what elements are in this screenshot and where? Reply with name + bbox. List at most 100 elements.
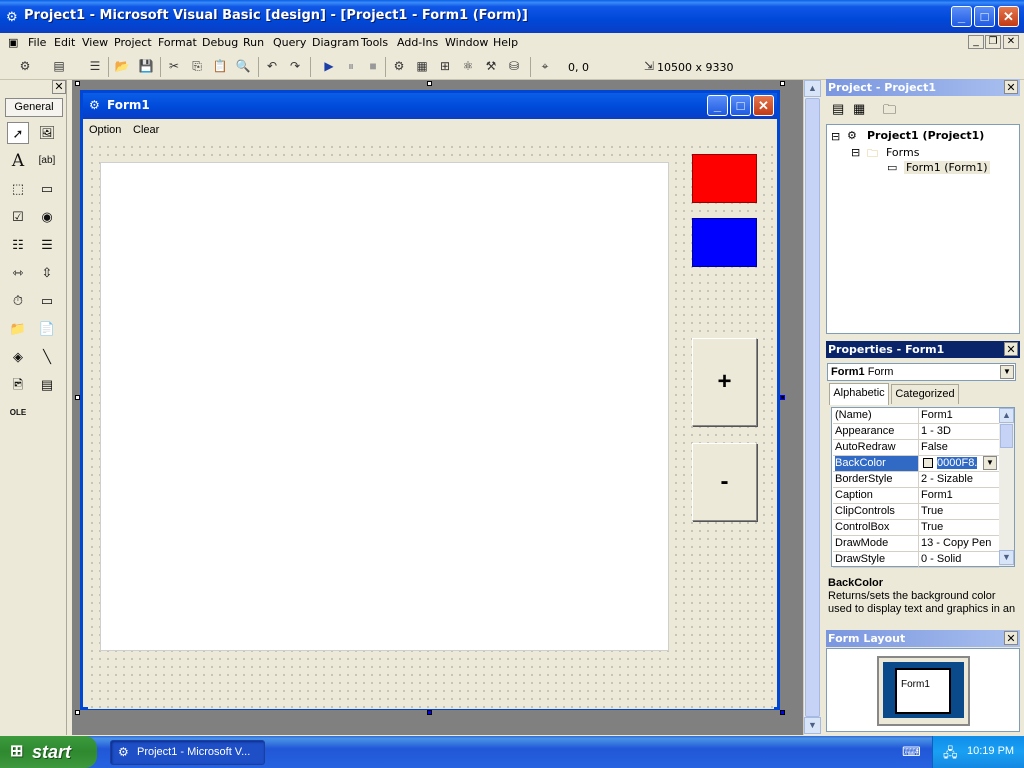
property-value[interactable]: 0000F8. ▼ xyxy=(921,456,999,471)
menu-diagram[interactable]: Diagram xyxy=(312,36,359,49)
property-row[interactable]: ClipControls True xyxy=(833,504,999,520)
resize-handle[interactable] xyxy=(780,81,785,86)
hscrollbar-tool-icon[interactable]: ⇿ xyxy=(7,262,29,284)
tab-alphabetic[interactable]: Alphabetic xyxy=(829,383,889,405)
menu-tools[interactable]: Tools xyxy=(361,36,388,49)
menu-help[interactable]: Help xyxy=(493,36,518,49)
properties-scrollbar[interactable]: ▲ ▼ xyxy=(999,408,1014,566)
pointer-tool-icon[interactable]: ➚ xyxy=(7,122,29,144)
menu-view[interactable]: View xyxy=(82,36,108,49)
title-bar[interactable]: ⚙ Project1 - Microsoft Visual Basic [des… xyxy=(0,0,1024,33)
frame-tool-icon[interactable]: ⬚ xyxy=(7,178,29,200)
minimize-button[interactable]: _ xyxy=(951,6,972,27)
label-tool-icon[interactable]: A xyxy=(7,150,29,172)
blue-color-box[interactable] xyxy=(692,218,757,267)
project-explorer-icon[interactable]: ⚙ xyxy=(390,58,408,75)
properties-pane-close-button[interactable]: ✕ xyxy=(1004,342,1018,356)
property-row[interactable]: DrawMode 13 - Copy Pen xyxy=(833,536,999,552)
form-menu-option[interactable]: Option xyxy=(89,124,121,136)
form-maximize-button[interactable]: □ xyxy=(730,95,751,116)
save-icon[interactable]: 💾 xyxy=(137,58,155,75)
add-form-icon[interactable]: ▤ xyxy=(50,58,68,75)
menu-window[interactable]: Window xyxy=(445,36,488,49)
object-browser-icon[interactable]: ⚛ xyxy=(459,58,477,75)
toolbox-icon[interactable]: ⚒ xyxy=(482,58,500,75)
property-row[interactable]: BorderStyle 2 - Sizable xyxy=(833,472,999,488)
tree-project-root[interactable]: Project1 (Project1) xyxy=(867,129,984,142)
property-value[interactable]: 1 - 3D xyxy=(921,424,999,439)
ole-tool-icon[interactable]: OLE xyxy=(7,402,29,424)
network-icon[interactable]: 🖧 xyxy=(943,744,958,766)
tree-toggle-icon[interactable]: ⊟ xyxy=(831,130,840,143)
combobox-tool-icon[interactable]: ☷ xyxy=(7,234,29,256)
optionbutton-tool-icon[interactable]: ◉ xyxy=(36,206,58,228)
form-layout-close-button[interactable]: ✕ xyxy=(1004,631,1018,645)
cut-icon[interactable]: ✂ xyxy=(165,58,183,75)
toolbox-tab-general[interactable]: General xyxy=(5,98,63,117)
data-view-icon[interactable]: ⛁ xyxy=(505,58,523,75)
taskbar-vb-button[interactable]: ⚙ Project1 - Microsoft V... xyxy=(110,740,265,765)
scroll-up-arrow-icon[interactable]: ▲ xyxy=(804,80,821,97)
menu-query[interactable]: Query xyxy=(273,36,306,49)
mdi-restore-button[interactable]: ❐ xyxy=(985,35,1001,49)
mdi-minimize-button[interactable]: _ xyxy=(968,35,984,49)
maximize-button[interactable]: □ xyxy=(974,6,995,27)
timer-tool-icon[interactable]: ⏱ xyxy=(7,290,29,312)
mdi-icon[interactable]: ▣ xyxy=(8,36,18,49)
commandbutton-tool-icon[interactable]: ▭ xyxy=(36,178,58,200)
toggle-folders-icon[interactable]: 🗀 xyxy=(883,101,896,123)
listbox-tool-icon[interactable]: ☰ xyxy=(36,234,58,256)
property-value[interactable]: 0 - Solid xyxy=(921,552,999,567)
undo-icon[interactable]: ↶ xyxy=(263,58,281,75)
menu-project[interactable]: Project xyxy=(114,36,152,49)
scroll-thumb[interactable] xyxy=(1000,424,1013,448)
vscrollbar-tool-icon[interactable]: ⇳ xyxy=(36,262,58,284)
resize-handle[interactable] xyxy=(427,81,432,86)
textbox-tool-icon[interactable]: [ab] xyxy=(36,150,58,172)
tree-toggle-icon[interactable]: ⊟ xyxy=(851,146,860,159)
scroll-down-arrow-icon[interactable]: ▼ xyxy=(999,550,1014,565)
backcolor-value[interactable]: 0000F8. xyxy=(937,457,978,469)
filelistbox-tool-icon[interactable]: 📄 xyxy=(36,318,58,340)
menu-debug[interactable]: Debug xyxy=(202,36,238,49)
view-object-icon[interactable]: ▦ xyxy=(853,101,865,117)
tree-forms-folder[interactable]: Forms xyxy=(886,146,919,159)
property-row[interactable]: Caption Form1 xyxy=(833,488,999,504)
minus-button[interactable]: - xyxy=(692,443,757,521)
menu-edit[interactable]: Edit xyxy=(54,36,75,49)
property-value[interactable]: 2 - Sizable xyxy=(921,472,999,487)
dirlistbox-tool-icon[interactable]: 📁 xyxy=(7,318,29,340)
start-button[interactable]: ⊞ start xyxy=(0,736,97,768)
data-tool-icon[interactable]: ▤ xyxy=(36,374,58,396)
resize-handle[interactable] xyxy=(75,395,80,400)
resize-handle[interactable] xyxy=(780,710,785,715)
property-value[interactable]: 13 - Copy Pen xyxy=(921,536,999,551)
plus-button[interactable]: + xyxy=(692,338,757,426)
drawing-picturebox[interactable] xyxy=(100,162,669,651)
object-selector[interactable]: Form1 Form ▼ xyxy=(827,363,1016,381)
menu-add-ins[interactable]: Add-Ins xyxy=(397,36,438,49)
resize-handle[interactable] xyxy=(427,710,432,715)
open-icon[interactable]: 📂 xyxy=(113,58,131,75)
layout-form-thumbnail[interactable]: Form1 xyxy=(895,668,951,714)
tree-form1-item[interactable]: Form1 (Form1) xyxy=(904,161,990,174)
line-tool-icon[interactable]: ╲ xyxy=(36,346,58,368)
menu-editor-icon[interactable]: ☰ xyxy=(86,58,104,75)
menu-run[interactable]: Run xyxy=(243,36,264,49)
property-value[interactable]: True xyxy=(921,520,999,535)
checkbox-tool-icon[interactable]: ☑ xyxy=(7,206,29,228)
property-row[interactable]: (Name) Form1 xyxy=(833,408,999,424)
clock[interactable]: 10:19 PM xyxy=(967,745,1014,757)
end-icon[interactable]: ■ xyxy=(364,58,382,75)
property-value[interactable]: Form1 xyxy=(921,488,999,503)
resize-handle[interactable] xyxy=(75,710,80,715)
start-icon[interactable]: ▶ xyxy=(320,58,338,75)
property-row[interactable]: AutoRedraw False xyxy=(833,440,999,456)
find-icon[interactable]: 🔍 xyxy=(234,58,252,75)
form-menu-clear[interactable]: Clear xyxy=(133,124,159,136)
view-code-icon[interactable]: ▤ xyxy=(832,101,844,117)
tab-categorized[interactable]: Categorized xyxy=(891,384,959,404)
scroll-down-arrow-icon[interactable]: ▼ xyxy=(804,717,821,734)
property-row[interactable]: DrawStyle 0 - Solid xyxy=(833,552,999,568)
shape-tool-icon[interactable]: ◈ xyxy=(7,346,29,368)
